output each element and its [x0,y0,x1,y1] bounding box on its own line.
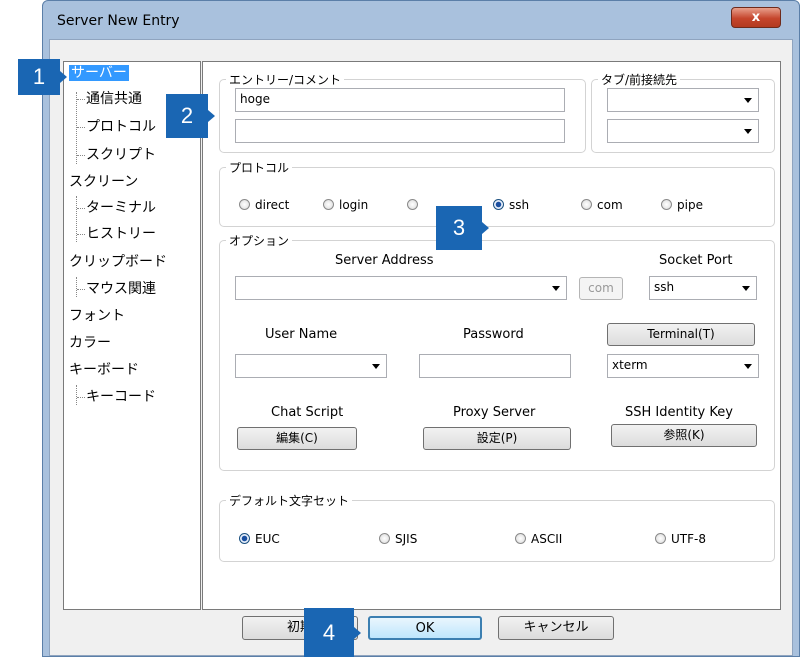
chevron-down-icon [744,98,752,103]
password-label: Password [463,327,524,342]
user-name-label: User Name [265,327,338,342]
radio-dot-selected [493,199,504,210]
radio-dot-selected [239,533,250,544]
com-button[interactable]: com [579,277,623,300]
chevron-down-icon [744,364,752,369]
chevron-down-icon [742,286,750,291]
radio-euc[interactable]: EUC [239,532,280,546]
radio-hidden[interactable] [407,198,423,212]
prev-connection-select[interactable] [607,119,759,143]
tree-item-protocol[interactable]: プロトコル [86,117,156,137]
radio-sjis[interactable]: SJIS [379,532,417,546]
chevron-down-icon [552,286,560,291]
callout-3: 3 [436,206,489,250]
tree-item-keycode[interactable]: キーコード [86,387,156,407]
tree-item-color[interactable]: カラー [69,333,111,353]
radio-dot [323,199,334,210]
dialog-client: サーバー 通信共通 プロトコル スクリプト スクリーン ターミナル ヒストリー … [49,39,793,656]
radio-com[interactable]: com [581,198,623,212]
cancel-button[interactable]: キャンセル [498,616,614,640]
radio-dot [239,199,250,210]
tree-item-mouse[interactable]: マウス関連 [86,279,156,299]
tree-item-comm[interactable]: 通信共通 [86,89,142,109]
tree-line [76,196,77,242]
tree-item-server[interactable]: サーバー [69,63,129,83]
radio-utf8[interactable]: UTF-8 [655,532,706,546]
ssh-key-label: SSH Identity Key [625,405,733,420]
dialog-window: Server New Entry x サーバー 通信共通 プロトコル スクリプト… [42,0,800,657]
tab-select[interactable] [607,88,759,112]
radio-dot [581,199,592,210]
tree-item-script[interactable]: スクリプト [86,145,156,165]
user-name-select[interactable] [235,354,387,378]
radio-dot [655,533,666,544]
server-address-select[interactable] [235,276,567,300]
entry-input[interactable]: hoge [235,88,565,112]
settings-tree: サーバー 通信共通 プロトコル スクリプト スクリーン ターミナル ヒストリー … [63,61,201,610]
charset-legend: デフォルト文字セット [229,494,350,508]
proxy-server-label: Proxy Server [453,405,536,420]
chat-script-edit-button[interactable]: 編集(C) [237,427,357,450]
tree-item-keyboard[interactable]: キーボード [69,360,139,380]
radio-direct[interactable]: direct [239,198,289,212]
callout-2: 2 [166,94,215,138]
password-input[interactable] [419,354,571,378]
radio-ascii[interactable]: ASCII [515,532,562,546]
settings-panel: エントリー/コメント hoge タブ/前接続先 プロトコル direct log… [202,61,781,610]
socket-port-label: Socket Port [659,253,733,268]
radio-dot [379,533,390,544]
tree-item-label: サーバー [69,65,129,81]
radio-dot [661,199,672,210]
socket-port-select[interactable]: ssh [649,276,757,300]
radio-login[interactable]: login [323,198,368,212]
close-button[interactable]: x [731,7,781,28]
tree-line [76,277,77,297]
title-bar[interactable]: Server New Entry x [43,1,799,39]
protocol-legend: プロトコル [229,161,290,175]
entry-legend: エントリー/コメント [229,73,342,87]
callout-4: 4 [304,608,361,657]
chevron-down-icon [744,129,752,134]
tree-item-font[interactable]: フォント [69,306,125,326]
ssh-key-browse-button[interactable]: 参照(K) [611,424,757,447]
terminal-button[interactable]: Terminal(T) [607,323,755,346]
options-legend: オプション [229,234,290,248]
terminal-select[interactable]: xterm [607,354,759,378]
radio-dot [407,199,418,210]
tree-item-clipboard[interactable]: クリップボード [69,252,167,272]
tree-item-terminal[interactable]: ターミナル [86,198,156,218]
radio-dot [515,533,526,544]
chat-script-label: Chat Script [271,405,344,420]
server-address-label: Server Address [335,253,434,268]
tree-line [76,92,77,164]
tree-line [76,385,77,405]
protocol-group: プロトコル [219,159,775,227]
charset-group: デフォルト文字セット [219,492,775,562]
chevron-down-icon [372,364,380,369]
tab-legend: タブ/前接続先 [601,73,678,87]
comment-input[interactable] [235,119,565,143]
radio-pipe[interactable]: pipe [661,198,703,212]
tree-item-history[interactable]: ヒストリー [86,224,156,244]
ok-button[interactable]: OK [368,616,482,640]
callout-1: 1 [18,59,67,95]
radio-ssh[interactable]: ssh [493,198,529,212]
tree-item-screen[interactable]: スクリーン [69,172,138,192]
proxy-server-button[interactable]: 設定(P) [423,427,571,450]
window-title: Server New Entry [57,13,180,29]
